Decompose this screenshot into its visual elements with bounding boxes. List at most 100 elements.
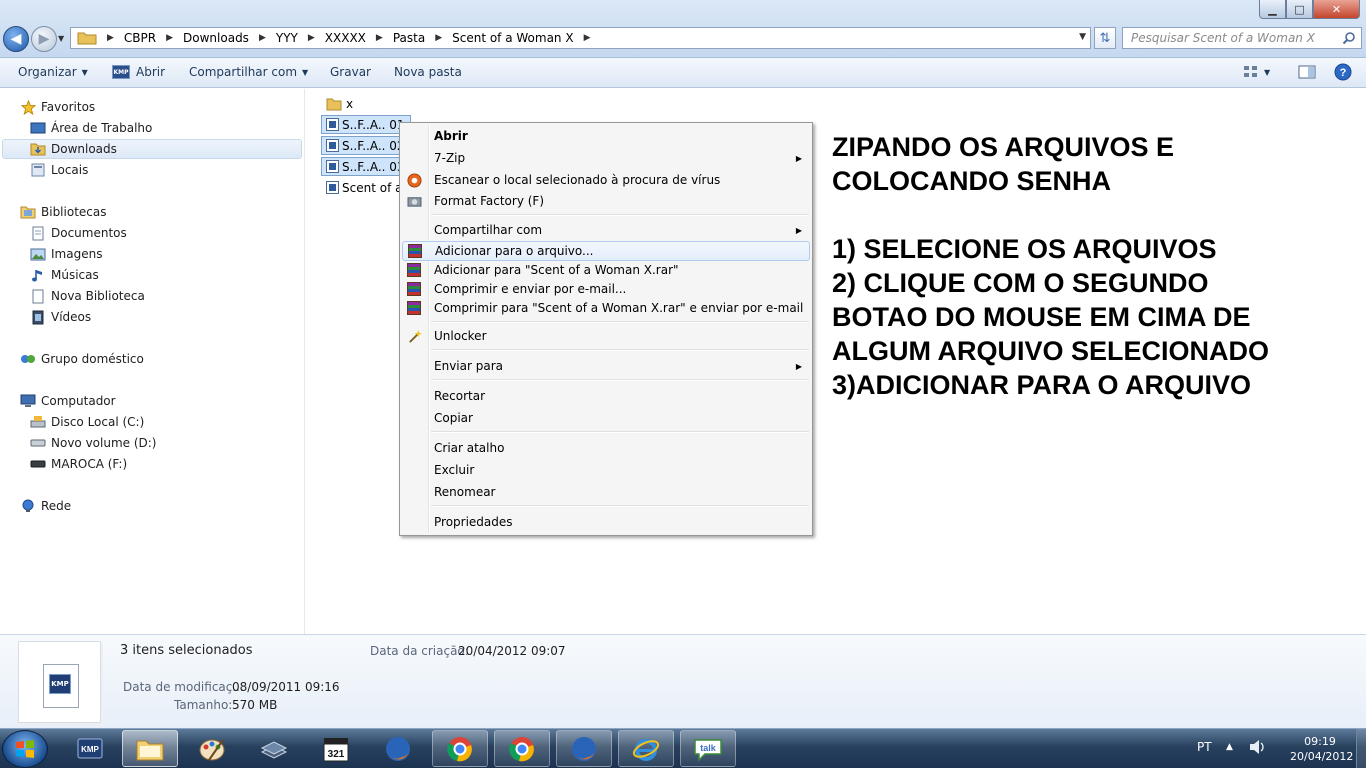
taskbar-explorer[interactable] <box>122 730 178 767</box>
taskbar-paint[interactable] <box>184 730 240 767</box>
back-button[interactable]: ◀ <box>3 26 29 52</box>
taskbar-google-talk[interactable]: talk <box>680 730 736 767</box>
breadcrumb-yyy[interactable]: YYY <box>276 31 298 45</box>
menu-item-send-to[interactable]: Enviar para ▶ <box>402 356 810 376</box>
menu-label: 7-Zip <box>434 151 466 165</box>
breadcrumb-cbpr[interactable]: CBPR <box>124 31 156 45</box>
show-hidden-icons-button[interactable]: ▲ <box>1226 742 1233 752</box>
kmplayer-icon: KMP <box>49 674 71 694</box>
nav-disk-c[interactable]: Disco Local (C:) <box>30 412 144 432</box>
breadcrumb-pasta[interactable]: Pasta <box>393 31 425 45</box>
burn-button[interactable]: Gravar <box>330 65 371 79</box>
nav-documents[interactable]: Documentos <box>30 223 127 243</box>
nav-computer[interactable]: Computador <box>20 391 116 411</box>
nav-homegroup[interactable]: Grupo doméstico <box>20 349 144 369</box>
menu-item-share-with[interactable]: Compartilhar com ▶ <box>402 220 810 240</box>
menu-item-rename[interactable]: Renomear <box>402 482 810 502</box>
start-button[interactable] <box>2 730 48 768</box>
nav-images[interactable]: Imagens <box>30 244 102 264</box>
nav-desktop[interactable]: Área de Trabalho <box>30 118 152 138</box>
menu-item-cut[interactable]: Recortar <box>402 386 810 406</box>
nav-label: Documentos <box>51 226 127 240</box>
address-dropdown-icon[interactable]: ▼ <box>1079 32 1086 42</box>
menu-item-scan[interactable]: Escanear o local selecionado à procura d… <box>402 170 810 190</box>
menu-item-format-factory[interactable]: Format Factory (F) <box>402 191 810 211</box>
menu-item-compress-email[interactable]: Comprimir e enviar por e-mail... <box>402 279 810 299</box>
show-desktop-button[interactable] <box>1356 729 1366 768</box>
menu-item-add-to-archive[interactable]: Adicionar para o arquivo... <box>402 241 810 261</box>
help-button[interactable]: ? <box>1334 63 1352 81</box>
nav-places[interactable]: Locais <box>30 160 88 180</box>
menu-item-add-to-rar[interactable]: Adicionar para "Scent of a Woman X.rar" <box>402 260 810 280</box>
breadcrumb-separator[interactable]: ▶ <box>584 33 591 43</box>
organize-button[interactable]: Organizar ▼ <box>18 65 88 79</box>
taskbar-internet-explorer[interactable] <box>618 730 674 767</box>
title-bar: ▁ □ ✕ ◀ ▶ ▼ ▶ CBPR ▶ Downloads ▶ YYY ▶ X… <box>0 0 1366 58</box>
breadcrumb-separator[interactable]: ▶ <box>435 33 442 43</box>
menu-item-create-shortcut[interactable]: Criar atalho <box>402 438 810 458</box>
nav-label: Computador <box>41 394 116 408</box>
nav-music[interactable]: Músicas <box>30 265 99 285</box>
taskbar-clock[interactable]: 09:19 20/04/2012 <box>1290 734 1353 764</box>
nav-downloads[interactable]: Downloads <box>2 139 302 159</box>
menu-item-copy[interactable]: Copiar <box>402 408 810 428</box>
arrow-right-icon: ▶ <box>38 31 50 47</box>
file-name: S..F..A.. 01 <box>342 117 405 132</box>
menu-item-properties[interactable]: Propriedades <box>402 512 810 532</box>
taskbar-chrome-2[interactable] <box>494 730 550 767</box>
taskbar-chrome-1[interactable] <box>432 730 488 767</box>
refresh-button[interactable]: ⇅ <box>1094 27 1116 49</box>
share-with-button[interactable]: Compartilhar com ▼ <box>189 65 308 79</box>
breadcrumb-separator[interactable]: ▶ <box>308 33 315 43</box>
nav-disk-f[interactable]: MAROCA (F:) <box>30 454 127 474</box>
nav-videos[interactable]: Vídeos <box>30 307 91 327</box>
nav-new-library[interactable]: Nova Biblioteca <box>30 286 145 306</box>
file-item[interactable]: S..F..A.. 01 <box>321 115 411 134</box>
breadcrumb-separator[interactable]: ▶ <box>376 33 383 43</box>
address-bar[interactable]: ▶ CBPR ▶ Downloads ▶ YYY ▶ XXXXX ▶ Pasta… <box>70 27 1091 49</box>
language-indicator[interactable]: PT <box>1197 740 1212 754</box>
maximize-button[interactable]: □ <box>1286 0 1313 19</box>
taskbar-stack-app[interactable] <box>246 730 302 767</box>
menu-item-open[interactable]: Abrir <box>402 126 810 146</box>
minimize-button[interactable]: ▁ <box>1259 0 1286 19</box>
breadcrumb-scent-of-a-woman-x[interactable]: Scent of a Woman X <box>452 31 573 45</box>
menu-label: Comprimir para "Scent of a Woman X.rar" … <box>434 301 804 315</box>
open-button[interactable]: KMP Abrir <box>112 65 165 79</box>
breadcrumb-separator[interactable]: ▶ <box>107 33 114 43</box>
menu-item-compress-rar-email[interactable]: Comprimir para "Scent of a Woman X.rar" … <box>402 298 810 318</box>
taskbar-firefox[interactable] <box>370 730 426 767</box>
close-button[interactable]: ✕ <box>1313 0 1360 19</box>
file-item[interactable]: S..F..A.. 02 <box>321 136 411 155</box>
taskbar: KMP 321 talk PT ▲ 09:19 20/04/2012 <box>0 728 1366 768</box>
network-icon <box>20 499 36 513</box>
search-box[interactable] <box>1122 27 1362 49</box>
recent-pages-button[interactable]: ▼ <box>58 34 64 43</box>
nav-favorites[interactable]: Favoritos <box>20 97 95 117</box>
arrow-left-icon: ◀ <box>10 31 22 47</box>
taskbar-firefox-2[interactable] <box>556 730 612 767</box>
search-input[interactable] <box>1123 28 1333 48</box>
breadcrumb-xxxxx[interactable]: XXXXX <box>325 31 366 45</box>
view-options-button[interactable]: ▼ <box>1243 64 1270 80</box>
taskbar-kmplayer[interactable]: KMP <box>62 730 118 767</box>
breadcrumb-separator[interactable]: ▶ <box>166 33 173 43</box>
nav-libraries[interactable]: Bibliotecas <box>20 202 106 222</box>
menu-item-7zip[interactable]: 7-Zip ▶ <box>402 148 810 168</box>
volume-icon[interactable] <box>1248 739 1266 758</box>
nav-network[interactable]: Rede <box>20 496 71 516</box>
file-item[interactable]: S..F..A.. 03 <box>321 157 411 176</box>
new-folder-button[interactable]: Nova pasta <box>394 65 462 79</box>
preview-pane-button[interactable] <box>1298 64 1316 80</box>
breadcrumb-downloads[interactable]: Downloads <box>183 31 249 45</box>
taskbar-clapper-app[interactable]: 321 <box>308 730 364 767</box>
file-item[interactable]: x <box>322 94 358 113</box>
menu-item-delete[interactable]: Excluir <box>402 460 810 480</box>
nav-disk-d[interactable]: Novo volume (D:) <box>30 433 157 453</box>
search-icon[interactable] <box>1342 31 1356 45</box>
created-label: Data da criação: <box>370 644 469 658</box>
breadcrumb-separator[interactable]: ▶ <box>259 33 266 43</box>
forward-button[interactable]: ▶ <box>31 26 57 52</box>
magic-wand-icon <box>406 328 422 344</box>
menu-item-unlocker[interactable]: Unlocker <box>402 326 810 346</box>
